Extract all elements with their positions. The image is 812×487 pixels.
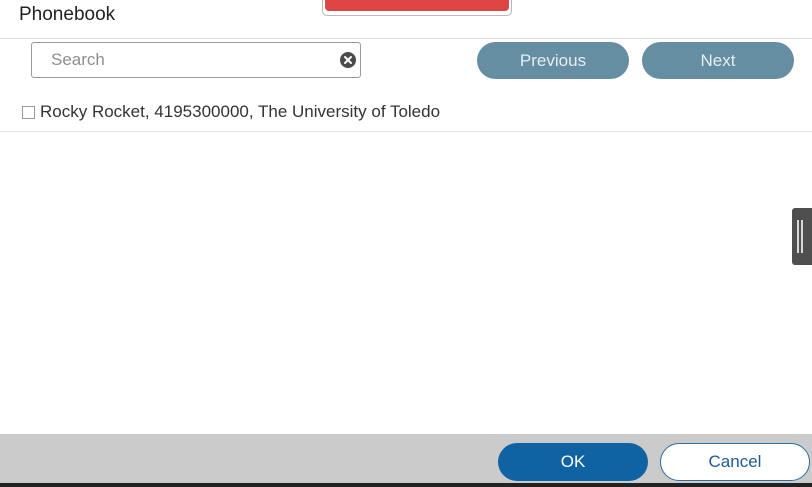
previous-button[interactable]: Previous	[477, 42, 629, 79]
dialog-title: Phonebook	[19, 4, 116, 25]
top-tab-indicator-fill	[325, 0, 509, 11]
cancel-button[interactable]: Cancel	[660, 443, 810, 481]
footer-bottom-border	[0, 483, 812, 487]
contact-entry-text: Rocky Rocket, 4195300000, The University…	[40, 102, 441, 121]
checkbox-icon[interactable]	[22, 106, 35, 119]
title-divider	[0, 38, 812, 39]
search-input[interactable]	[32, 43, 332, 77]
top-tab-indicator[interactable]	[322, 0, 512, 16]
ok-button[interactable]: OK	[498, 443, 648, 481]
clear-search-icon[interactable]	[340, 52, 356, 68]
clear-x-glyph-icon	[344, 56, 352, 64]
grip-line-icon	[801, 220, 803, 253]
side-drag-handle[interactable]	[792, 208, 812, 265]
list-item[interactable]: Rocky Rocket, 4195300000, The University…	[0, 94, 812, 132]
grip-line-icon	[797, 220, 799, 253]
next-button[interactable]: Next	[642, 42, 794, 79]
phonebook-dialog: Phonebook Previous Next Rocky Rocket, 41…	[0, 0, 812, 487]
search-box	[31, 42, 361, 78]
